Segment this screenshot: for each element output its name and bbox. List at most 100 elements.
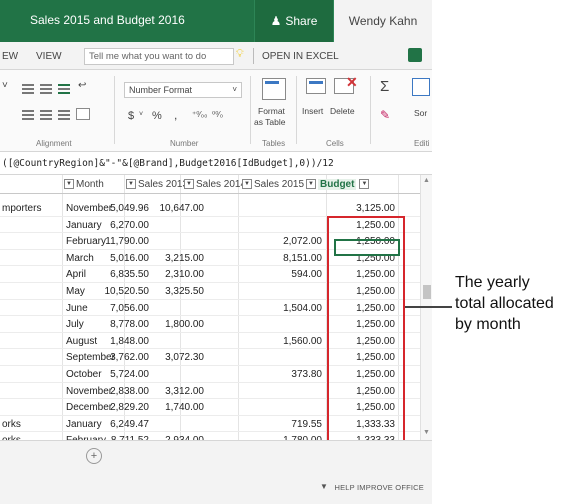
sales-2015-cell[interactable]: 373.80 [291, 369, 322, 380]
share-person-icon: ♟ [270, 14, 282, 28]
sales-2015-cell[interactable]: 8,151.00 [283, 253, 322, 264]
month-cell[interactable]: July [66, 319, 84, 330]
column-header-sales-2014[interactable]: ▼ Sales 2014 [184, 179, 246, 190]
increase-decimal-button[interactable]: ⁺⁰⁄₀₀ [192, 110, 207, 119]
menu-item-view[interactable]: VIEW [36, 51, 62, 62]
filter-dropdown-icon[interactable]: ▼ [64, 179, 74, 190]
sales-2014-cell[interactable]: 10,647.00 [160, 203, 205, 214]
delete-button[interactable]: Delete [330, 106, 355, 116]
sales-2013-cell[interactable]: 2,829.20 [110, 402, 149, 413]
region-cell[interactable]: mporters [2, 203, 41, 214]
clear-eraser-icon[interactable]: ✎ [380, 108, 390, 122]
sales-2014-cell[interactable]: 3,215.00 [165, 253, 204, 264]
insert-button[interactable]: Insert [302, 106, 323, 116]
sort-filter-icon[interactable] [412, 78, 430, 96]
wrap-text-icon[interactable]: ↩ [78, 80, 86, 91]
sort-button[interactable]: Sor [414, 108, 427, 118]
sales-2013-cell[interactable]: 1,848.00 [110, 336, 149, 347]
month-cell[interactable]: November [66, 386, 112, 397]
currency-button[interactable]: $ [128, 110, 134, 122]
sales-2013-cell[interactable]: 5,049.96 [110, 203, 149, 214]
month-cell[interactable]: April [66, 269, 86, 280]
column-header-sales-2013[interactable]: ▼ Sales 2013 [126, 179, 188, 190]
merge-cells-icon[interactable] [76, 108, 90, 120]
percent-button[interactable]: % [152, 110, 162, 122]
table-row[interactable]: mporters November 5,049.96 10,647.00 3,125.0… [0, 200, 420, 217]
month-cell[interactable]: May [66, 286, 85, 297]
share-button[interactable]: ♟ Share [254, 0, 334, 42]
comma-style-button[interactable]: , [174, 108, 177, 122]
autosum-icon[interactable]: Σ [380, 78, 389, 95]
sales-2013-cell[interactable]: 8,778.00 [110, 319, 149, 330]
chevron-down-icon[interactable]: ▼ [320, 482, 328, 491]
formula-bar[interactable]: ([@CountryRegion]&"-"&[@Brand],Budget201… [0, 152, 432, 175]
month-cell[interactable]: November [66, 203, 112, 214]
filter-dropdown-icon[interactable]: ▼ [242, 179, 252, 190]
menu-item-ew[interactable]: EW [2, 51, 18, 62]
column-header-sales-2015[interactable]: ▼ Sales 2015 [242, 179, 304, 190]
month-cell[interactable]: December [66, 402, 112, 413]
sales-2014-cell[interactable]: 1,740.00 [165, 402, 204, 413]
align-top-icon[interactable] [22, 84, 34, 94]
column-header-month[interactable]: ▼ Month [64, 179, 104, 190]
sales-2014-cell[interactable]: 3,312.00 [165, 386, 204, 397]
align-middle-icon[interactable] [40, 84, 52, 94]
sales-2013-cell[interactable]: 5,724.00 [110, 369, 149, 380]
filter-dropdown-icon[interactable]: ▼ [359, 179, 370, 190]
align-center-icon[interactable] [40, 110, 52, 120]
column-header-budget-label: Budget [318, 179, 357, 190]
sales-2013-cell[interactable]: 6,835.50 [110, 269, 149, 280]
scroll-thumb[interactable] [423, 285, 431, 299]
align-right-icon[interactable] [58, 110, 70, 120]
sales-2014-cell[interactable]: 3,072.30 [165, 352, 204, 363]
sales-2015-cell[interactable]: 1,560.00 [283, 336, 322, 347]
tell-me-input[interactable]: Tell me what you want to do [84, 48, 234, 65]
align-bottom-icon[interactable] [58, 84, 70, 94]
sales-2013-cell[interactable]: 11,790.00 [105, 236, 149, 247]
filter-dropdown-icon[interactable]: ▼ [306, 179, 316, 190]
sales-2013-cell[interactable]: 2,838.00 [110, 386, 149, 397]
region-cell[interactable]: orks [2, 419, 21, 430]
number-format-select[interactable]: Number Format ˅ [124, 82, 242, 98]
decrease-decimal-button[interactable]: ⁰⁰⁄₀ [212, 110, 223, 119]
dropdown-caret-icon[interactable]: ˅ [2, 80, 8, 91]
scroll-down-icon[interactable]: ▼ [423, 429, 430, 436]
filter-dropdown-icon[interactable]: ▼ [184, 179, 194, 190]
column-header-budget[interactable]: ▼ Budget ▼ [306, 179, 371, 190]
sales-2014-cell[interactable]: 3,325.50 [165, 286, 204, 297]
budget-cell[interactable]: 3,125.00 [356, 203, 395, 214]
format-as-table-label-1[interactable]: Format [258, 106, 285, 116]
insert-cells-icon[interactable] [306, 78, 326, 94]
month-cell[interactable]: September [66, 352, 115, 363]
format-as-table-icon[interactable] [262, 78, 286, 100]
sales-2013-cell[interactable]: 5,016.00 [110, 253, 149, 264]
month-cell[interactable]: June [66, 303, 88, 314]
align-left-icon[interactable] [22, 110, 34, 120]
month-cell[interactable]: January [66, 220, 102, 231]
sales-2013-cell[interactable]: 7,056.00 [110, 303, 149, 314]
sales-2013-cell[interactable]: 3,762.00 [110, 352, 149, 363]
sales-2014-cell[interactable]: 1,800.00 [165, 319, 204, 330]
month-cell[interactable]: October [66, 369, 102, 380]
sales-2015-cell[interactable]: 2,072.00 [283, 236, 322, 247]
help-improve-office-link[interactable]: HELP IMPROVE OFFICE [334, 483, 424, 492]
month-cell[interactable]: March [66, 253, 94, 264]
sales-2013-cell[interactable]: 6,249.47 [110, 419, 149, 430]
add-sheet-icon[interactable]: + [86, 448, 102, 464]
month-cell[interactable]: February [66, 236, 106, 247]
filter-dropdown-icon[interactable]: ▼ [126, 179, 136, 190]
excel-logo-icon[interactable] [408, 48, 422, 62]
user-name[interactable]: Wendy Kahn [334, 0, 432, 42]
sales-2015-cell[interactable]: 594.00 [291, 269, 322, 280]
open-in-excel-button[interactable]: OPEN IN EXCEL [262, 51, 339, 62]
sales-2015-cell[interactable]: 719.55 [291, 419, 322, 430]
sales-2013-cell[interactable]: 6,270.00 [110, 220, 149, 231]
format-as-table-label-2[interactable]: as Table [254, 117, 286, 127]
sales-2013-cell[interactable]: 10,520.50 [105, 286, 150, 297]
sales-2014-cell[interactable]: 2,310.00 [165, 269, 204, 280]
month-cell[interactable]: August [66, 336, 97, 347]
worksheet-grid[interactable]: ▼ Month ▼ Sales 2013 ▼ Sales 2014 ▼ Sales 20… [0, 175, 420, 440]
month-cell[interactable]: January [66, 419, 102, 430]
sales-2015-cell[interactable]: 1,504.00 [283, 303, 322, 314]
scroll-up-icon[interactable]: ▲ [423, 177, 430, 184]
